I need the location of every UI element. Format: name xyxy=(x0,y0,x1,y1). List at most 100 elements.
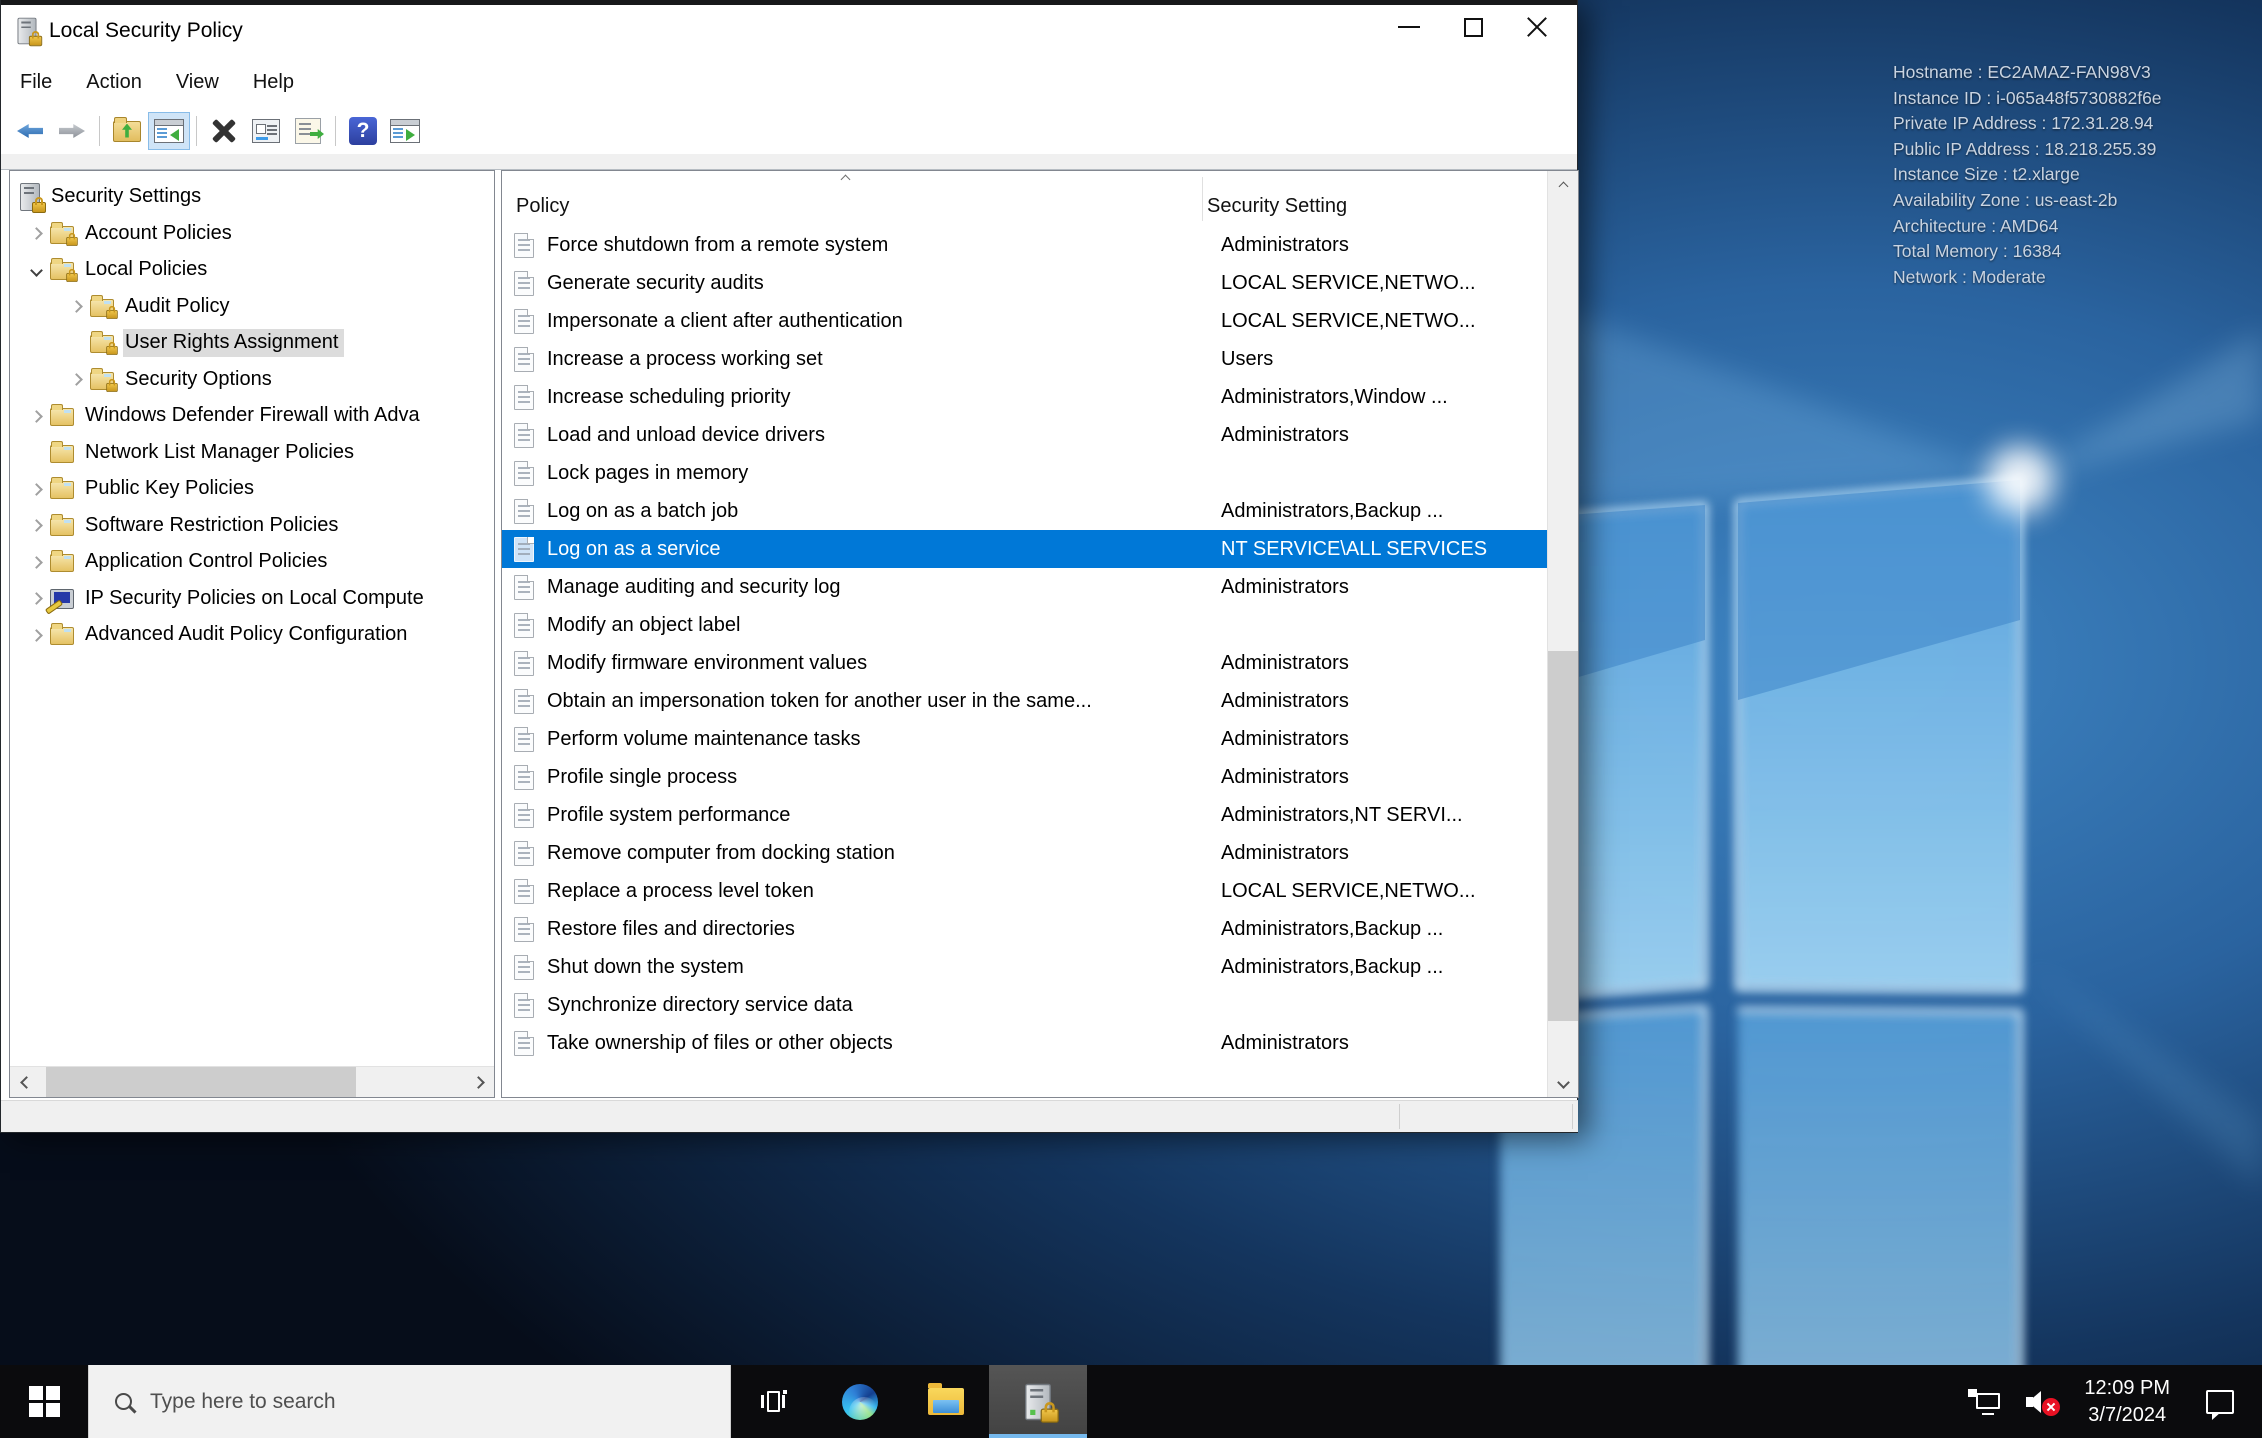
console-tree-pane: Security Settings Account Policies Local… xyxy=(9,170,495,1098)
scroll-right-button[interactable] xyxy=(462,1067,494,1097)
list-vertical-scrollbar[interactable] xyxy=(1547,171,1578,1097)
policy-row-selected[interactable]: Log on as a service NT SERVICE\ALL SERVIC… xyxy=(502,530,1547,568)
scroll-left-button[interactable] xyxy=(10,1067,42,1097)
start-button[interactable] xyxy=(0,1365,88,1438)
tree-item-account-policies[interactable]: Account Policies xyxy=(10,216,494,253)
local-security-policy-taskbar-button[interactable] xyxy=(989,1365,1087,1438)
policy-row[interactable]: Force shutdown from a remote system Admin… xyxy=(502,226,1547,264)
tree-item-audit-policy[interactable]: Audit Policy xyxy=(10,289,494,326)
menu-view[interactable]: View xyxy=(159,56,236,108)
search-placeholder: Type here to search xyxy=(150,1389,336,1413)
tree-item-security-settings[interactable]: Security Settings xyxy=(10,179,494,216)
column-header-policy[interactable]: Policy xyxy=(516,195,569,218)
policy-row[interactable]: Generate security audits LOCAL SERVICE,NE… xyxy=(502,264,1547,302)
up-one-level-button[interactable] xyxy=(106,112,148,150)
minimize-button[interactable] xyxy=(1377,5,1441,49)
policy-icon xyxy=(514,688,534,714)
volume-muted-icon[interactable] xyxy=(2026,1388,2061,1416)
policy-row[interactable]: Manage auditing and security log Administ… xyxy=(502,568,1547,606)
tree-item-network-list-manager[interactable]: Network List Manager Policies xyxy=(10,435,494,472)
menu-action[interactable]: Action xyxy=(69,56,159,108)
vertical-scroll-thumb[interactable] xyxy=(1548,651,1578,1021)
help-button[interactable]: ? xyxy=(342,112,384,150)
info-availability-zone: Availability Zone : us-east-2b xyxy=(1893,189,2118,210)
taskbar-search-box[interactable]: Type here to search xyxy=(88,1365,731,1438)
folder-lock-icon xyxy=(50,221,78,246)
policy-row[interactable]: Take ownership of files or other objects… xyxy=(502,1024,1547,1062)
windows-logo-icon xyxy=(28,1386,60,1417)
policy-icon xyxy=(514,232,534,258)
column-divider[interactable] xyxy=(1202,177,1203,221)
taskbar-clock[interactable]: 12:09 PM 3/7/2024 xyxy=(2084,1375,2170,1429)
policy-icon xyxy=(514,308,534,334)
menu-file[interactable]: File xyxy=(3,56,69,108)
policy-row[interactable]: Replace a process level token LOCAL SERVI… xyxy=(502,872,1547,910)
policy-row[interactable]: Synchronize directory service data xyxy=(502,986,1547,1024)
policy-icon xyxy=(514,574,534,600)
expand-chevron-icon xyxy=(69,300,83,314)
edge-taskbar-button[interactable] xyxy=(817,1365,903,1438)
policy-row[interactable]: Lock pages in memory xyxy=(502,454,1547,492)
policy-row[interactable]: Restore files and directories Administrat… xyxy=(502,910,1547,948)
scroll-down-button[interactable] xyxy=(1548,1067,1578,1097)
sort-ascending-icon xyxy=(840,174,851,185)
security-root-icon xyxy=(20,183,46,214)
action-center-icon[interactable] xyxy=(2206,1389,2234,1420)
tree-item-application-control-policies[interactable]: Application Control Policies xyxy=(10,544,494,581)
column-header-security-setting[interactable]: Security Setting xyxy=(1207,195,1347,218)
policy-row[interactable]: Remove computer from docking station Admi… xyxy=(502,834,1547,872)
expand-chevron-icon xyxy=(29,628,43,642)
new-window-icon xyxy=(390,119,420,143)
toolbar-separator xyxy=(196,116,197,146)
menu-help[interactable]: Help xyxy=(236,56,311,108)
tree-horizontal-scrollbar[interactable] xyxy=(10,1066,494,1097)
tree-item-local-policies[interactable]: Local Policies xyxy=(10,252,494,289)
delete-button[interactable] xyxy=(203,112,245,150)
policy-icon xyxy=(514,954,534,980)
tree-item-user-rights-assignment[interactable]: User Rights Assignment xyxy=(10,325,494,362)
properties-icon xyxy=(252,119,280,143)
tree-item-advanced-audit-policy[interactable]: Advanced Audit Policy Configuration xyxy=(10,617,494,654)
folder-icon xyxy=(50,404,74,427)
expand-chevron-icon xyxy=(29,409,43,423)
folder-icon xyxy=(50,477,74,500)
status-bar xyxy=(1,1100,1578,1132)
tree-item-public-key-policies[interactable]: Public Key Policies xyxy=(10,471,494,508)
policy-row[interactable]: Profile single process Administrators xyxy=(502,758,1547,796)
back-button[interactable] xyxy=(9,112,51,150)
policy-icon xyxy=(514,346,534,372)
show-console-tree-button[interactable] xyxy=(148,112,190,150)
title-bar[interactable]: Local Security Policy xyxy=(1,5,1577,56)
policy-icon xyxy=(514,726,534,752)
policy-row[interactable]: Obtain an impersonation token for anothe… xyxy=(502,682,1547,720)
policy-row[interactable]: Impersonate a client after authenticatio… xyxy=(502,302,1547,340)
network-tray-icon[interactable] xyxy=(1968,1388,2001,1415)
policy-row[interactable]: Modify firmware environment values Admini… xyxy=(502,644,1547,682)
close-button[interactable] xyxy=(1505,5,1569,49)
policy-row[interactable]: Increase a process working set Users xyxy=(502,340,1547,378)
tree-item-security-options[interactable]: Security Options xyxy=(10,362,494,399)
policy-row[interactable]: Profile system performance Administrators… xyxy=(502,796,1547,834)
new-window-button[interactable] xyxy=(384,112,426,150)
forward-button[interactable] xyxy=(51,112,93,150)
taskbar: Type here to search 12:09 PM 3/7/2024 xyxy=(0,1365,2262,1438)
scroll-up-button[interactable] xyxy=(1548,171,1578,201)
horizontal-scroll-thumb[interactable] xyxy=(46,1067,356,1097)
policy-row[interactable]: Log on as a batch job Administrators,Back… xyxy=(502,492,1547,530)
tree-item-software-restriction-policies[interactable]: Software Restriction Policies xyxy=(10,508,494,545)
maximize-button[interactable] xyxy=(1441,5,1505,49)
properties-button[interactable] xyxy=(245,112,287,150)
export-list-button[interactable] xyxy=(287,112,329,150)
policy-row[interactable]: Load and unload device drivers Administra… xyxy=(502,416,1547,454)
policy-icon xyxy=(514,650,534,676)
task-view-button[interactable] xyxy=(731,1365,817,1438)
policy-icon xyxy=(514,270,534,296)
maximize-icon xyxy=(1463,17,1483,37)
policy-row[interactable]: Shut down the system Administrators,Backu… xyxy=(502,948,1547,986)
policy-row[interactable]: Increase scheduling priority Administrato… xyxy=(502,378,1547,416)
policy-row[interactable]: Perform volume maintenance tasks Administ… xyxy=(502,720,1547,758)
tree-item-windows-defender-firewall[interactable]: Windows Defender Firewall with Adva xyxy=(10,398,494,435)
file-explorer-taskbar-button[interactable] xyxy=(903,1365,989,1438)
policy-row[interactable]: Modify an object label xyxy=(502,606,1547,644)
tree-item-ip-security-policies[interactable]: IP Security Policies on Local Compute xyxy=(10,581,494,618)
